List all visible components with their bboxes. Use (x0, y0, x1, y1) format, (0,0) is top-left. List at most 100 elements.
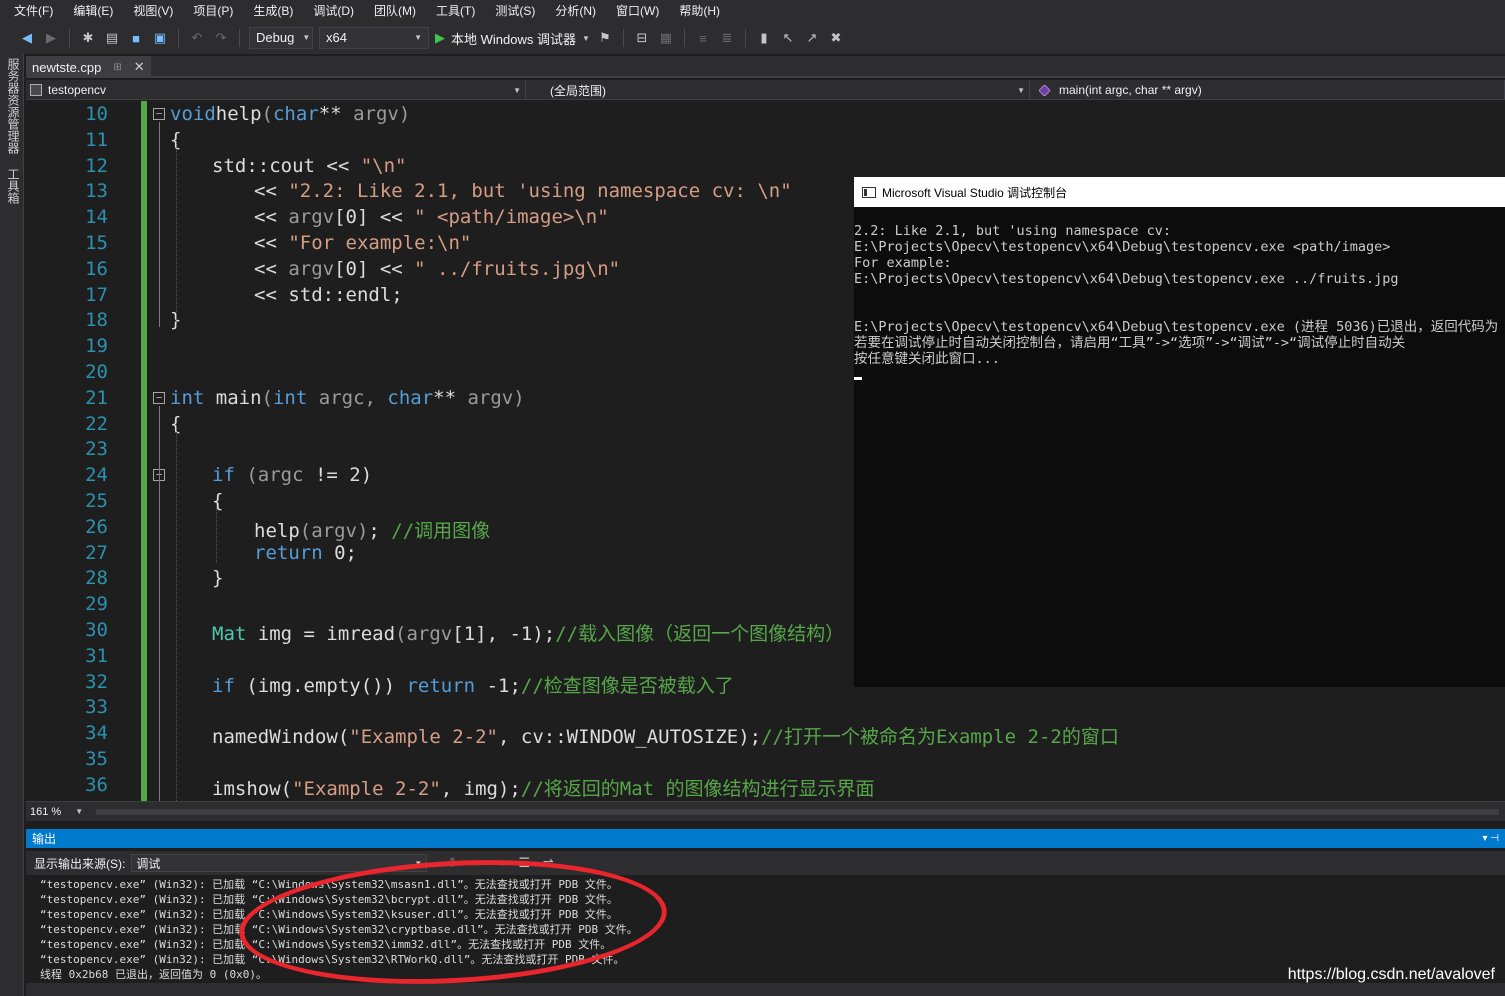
code-token: char (272, 103, 319, 125)
console-cursor (854, 377, 862, 380)
toolbar-separator (178, 29, 179, 47)
server-explorer-tab[interactable]: 服务器资源管理器 (5, 54, 22, 158)
attach-icon[interactable]: ⚑ (596, 29, 614, 47)
line-number: 12 (85, 155, 108, 177)
open-file-icon[interactable]: ▤ (103, 29, 121, 47)
find-message-icon[interactable]: ⇡ (443, 854, 461, 872)
clear-all-icon[interactable]: ☰ (515, 854, 533, 872)
output-source-value: 调试 (136, 856, 161, 871)
code-token: "Example 2-2" (349, 726, 498, 748)
output-source-dropdown[interactable]: 调试 ▼ (131, 854, 428, 872)
project-name: testopencv (48, 83, 107, 97)
menu-debug[interactable]: 调试(D) (303, 0, 364, 22)
back-icon[interactable]: ◀ (18, 29, 36, 47)
code-token: << (254, 258, 289, 280)
start-debugging-button[interactable]: ▶ 本地 Windows 调试器 ▼ (435, 29, 590, 48)
code-token: ** (318, 103, 354, 125)
tab-label: newtste.cpp (32, 59, 102, 75)
code-token: (img.empty()) (234, 675, 407, 697)
line-number: 30 (85, 619, 108, 641)
solution-explorer-icon[interactable]: ⊟ (633, 29, 651, 47)
menu-bar: 文件(F) 编辑(E) 视图(V) 项目(P) 生成(B) 调试(D) 团队(M… (0, 0, 1505, 22)
debug-console-window[interactable]: Microsoft Visual Studio 调试控制台 2.2: Like … (853, 177, 1505, 687)
code-token: return (254, 542, 323, 564)
output-title: 输出 (32, 832, 57, 846)
code-token: "2.2: Like 2.1, but 'using namespace cv:… (288, 180, 792, 202)
horizontal-scrollbar[interactable] (96, 809, 1499, 815)
code-line: } (212, 567, 223, 589)
prev-bookmark-icon[interactable]: ↖ (779, 29, 797, 47)
menu-tools[interactable]: 工具(T) (426, 0, 485, 22)
code-line: return 0; (254, 542, 357, 564)
close-icon[interactable]: ✕ (134, 59, 145, 75)
clear-bookmarks-icon[interactable]: ✖ (827, 29, 845, 47)
uncomment-icon[interactable]: ≣ (718, 29, 736, 47)
menu-build[interactable]: 生成(B) (243, 0, 303, 22)
zoom-level[interactable]: 161 % (30, 806, 61, 818)
console-line: E:\Projects\Opecv\testopencv\x64\Debug\t… (854, 239, 1391, 255)
line-number: 32 (85, 671, 108, 693)
line-number: 20 (85, 361, 108, 383)
menu-window[interactable]: 窗口(W) (606, 0, 669, 22)
new-project-icon[interactable]: ✱ (79, 29, 97, 47)
undo-icon[interactable]: ↶ (188, 29, 206, 47)
save-icon[interactable]: ■ (127, 29, 145, 47)
code-token: , img); (440, 778, 521, 800)
next-bookmark-icon[interactable]: ↗ (803, 29, 821, 47)
prev-message-icon[interactable]: ⇠ (467, 854, 485, 872)
comment-icon[interactable]: ≡ (694, 29, 712, 47)
line-number: 25 (85, 490, 108, 512)
member-dropdown[interactable]: main(int argc, char ** argv) (1030, 80, 1505, 100)
chevron-down-icon: ▼ (302, 33, 311, 42)
console-titlebar[interactable]: Microsoft Visual Studio 调试控制台 (854, 177, 1505, 207)
menu-team[interactable]: 团队(M) (364, 0, 426, 22)
redo-icon[interactable]: ↷ (212, 29, 230, 47)
code-token: int (272, 387, 308, 409)
fold-toggle-main[interactable]: − (153, 392, 165, 404)
output-text-area[interactable]: “testopencv.exe” (Win32): 已加载 “C:\Window… (26, 875, 1505, 983)
toolbar: ◀ ▶ ✱ ▤ ■ ▣ ↶ ↷ Debug ▼ x64 ▼ ▶ 本地 Windows… (0, 22, 1505, 54)
bookmark-icon[interactable]: ▮ (755, 29, 773, 47)
project-dropdown[interactable]: testopencv ▼ (26, 80, 526, 100)
code-token: return (406, 675, 476, 697)
console-line: E:\Projects\Opecv\testopencv\x64\Debug\t… (854, 271, 1399, 287)
panel-options-icon[interactable]: ▾ ⊣ (1482, 833, 1499, 844)
menu-analyze[interactable]: 分析(N) (545, 0, 606, 22)
toolbox-tab[interactable]: 工具箱 (5, 164, 22, 208)
tab-newtste-cpp[interactable]: newtste.cpp ⊞ ✕ (26, 56, 151, 78)
fold-toggle-help[interactable]: − (153, 108, 165, 120)
properties-icon[interactable]: ▦ (657, 29, 675, 47)
forward-icon[interactable]: ▶ (42, 29, 60, 47)
menu-view[interactable]: 视图(V) (123, 0, 183, 22)
menu-test[interactable]: 测试(S) (485, 0, 545, 22)
console-icon (862, 186, 876, 198)
code-token: " ../fruits.jpg\n" (414, 258, 621, 280)
pin-icon[interactable]: ⊞ (113, 62, 121, 73)
code-token: << (254, 180, 289, 202)
menu-help[interactable]: 帮助(H) (669, 0, 730, 22)
menu-project[interactable]: 项目(P) (183, 0, 243, 22)
menu-edit[interactable]: 编辑(E) (63, 0, 123, 22)
code-token: argv) (353, 103, 411, 125)
chevron-down-icon: ▼ (414, 33, 422, 42)
word-wrap-icon[interactable]: ⇌ (539, 854, 557, 872)
console-line: 按任意键关闭此窗口... (854, 351, 1000, 367)
output-line: “testopencv.exe” (Win32): 已加载 “C:\Window… (40, 878, 618, 891)
line-number: 19 (85, 335, 108, 357)
code-token: //检查图像是否被载入了 (520, 675, 734, 697)
code-line: imshow("Example 2-2", img);//将返回的Mat 的图像… (212, 774, 875, 801)
scope-dropdown[interactable]: (全局范围) ▼ (526, 80, 1030, 100)
next-message-icon[interactable]: ⇢ (491, 854, 509, 872)
platform-dropdown[interactable]: x64 ▼ (319, 27, 429, 49)
menu-file[interactable]: 文件(F) (4, 0, 63, 22)
line-number: 23 (85, 438, 108, 460)
chevron-down-icon[interactable]: ▼ (75, 807, 83, 816)
save-all-icon[interactable]: ▣ (151, 29, 169, 47)
code-token: imshow( (212, 778, 293, 800)
code-token: "Example 2-2" (292, 778, 441, 800)
configuration-dropdown[interactable]: Debug ▼ (249, 27, 313, 49)
code-token: argv) (467, 387, 525, 409)
output-bottom-bar (26, 983, 1505, 996)
code-token: (argv (395, 623, 453, 645)
